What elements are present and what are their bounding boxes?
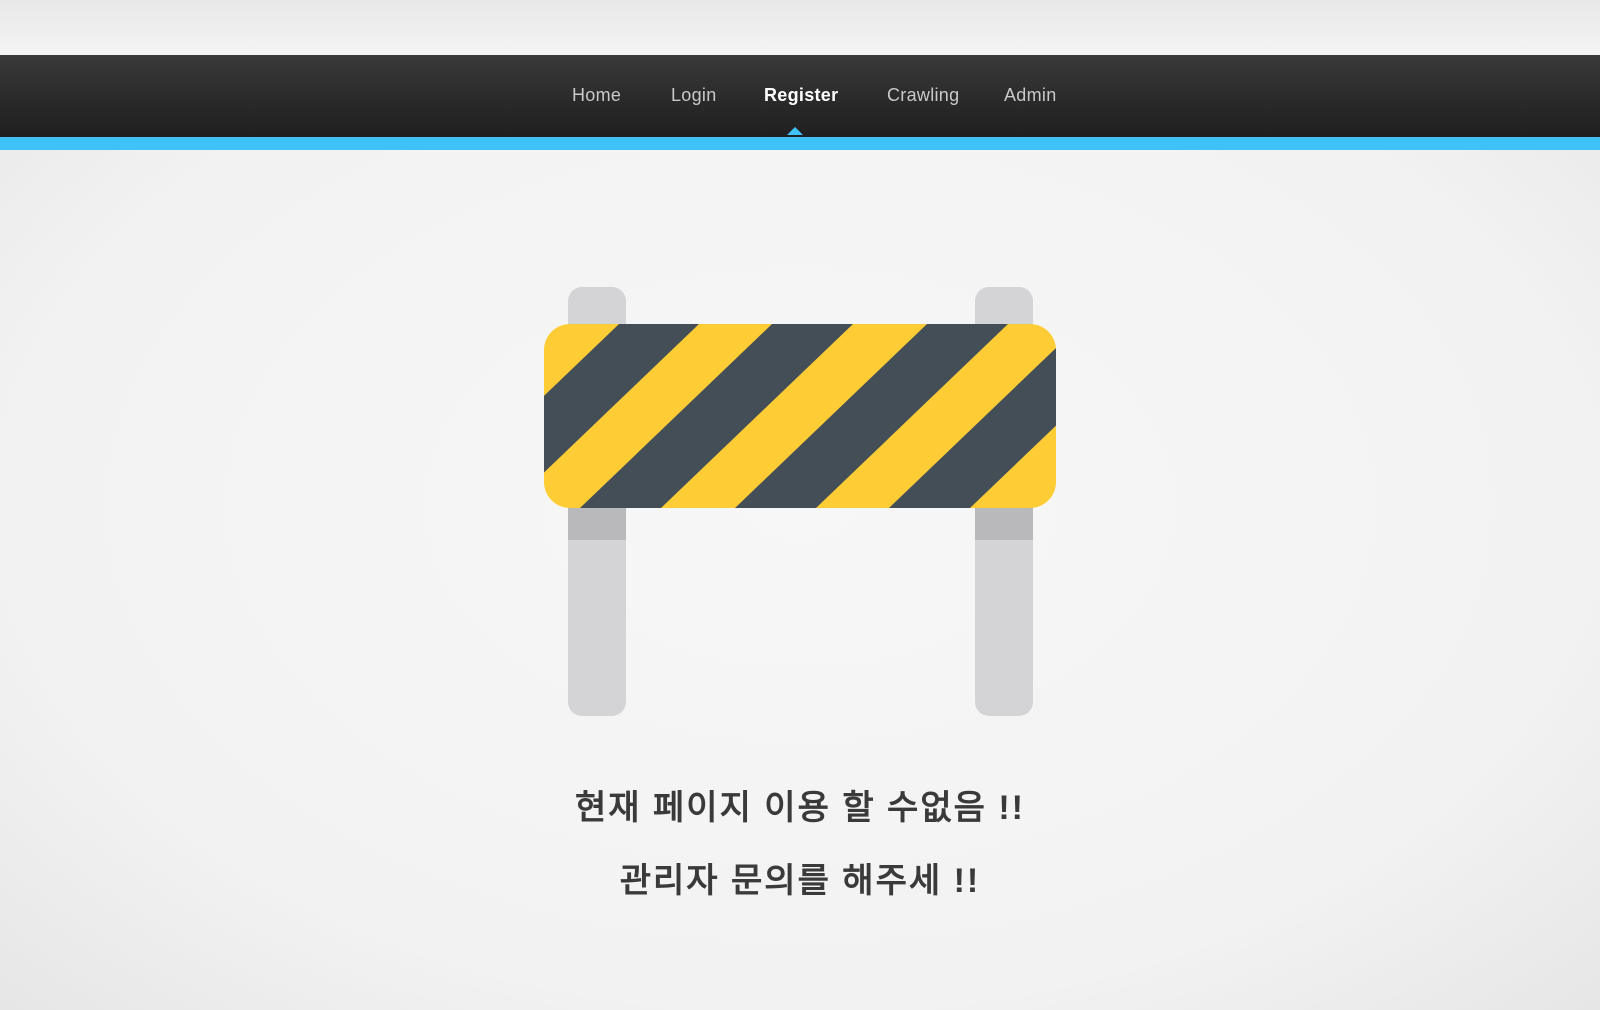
barrier-right-post-shadow (975, 506, 1033, 540)
unavailable-message: 현재 페이지 이용 할 수없음 !! (575, 789, 1025, 827)
contact-admin-message: 관리자 문의를 해주세 !! (619, 862, 981, 900)
barrier-left-post-shadow (568, 506, 626, 540)
barrier-board (544, 324, 1056, 508)
